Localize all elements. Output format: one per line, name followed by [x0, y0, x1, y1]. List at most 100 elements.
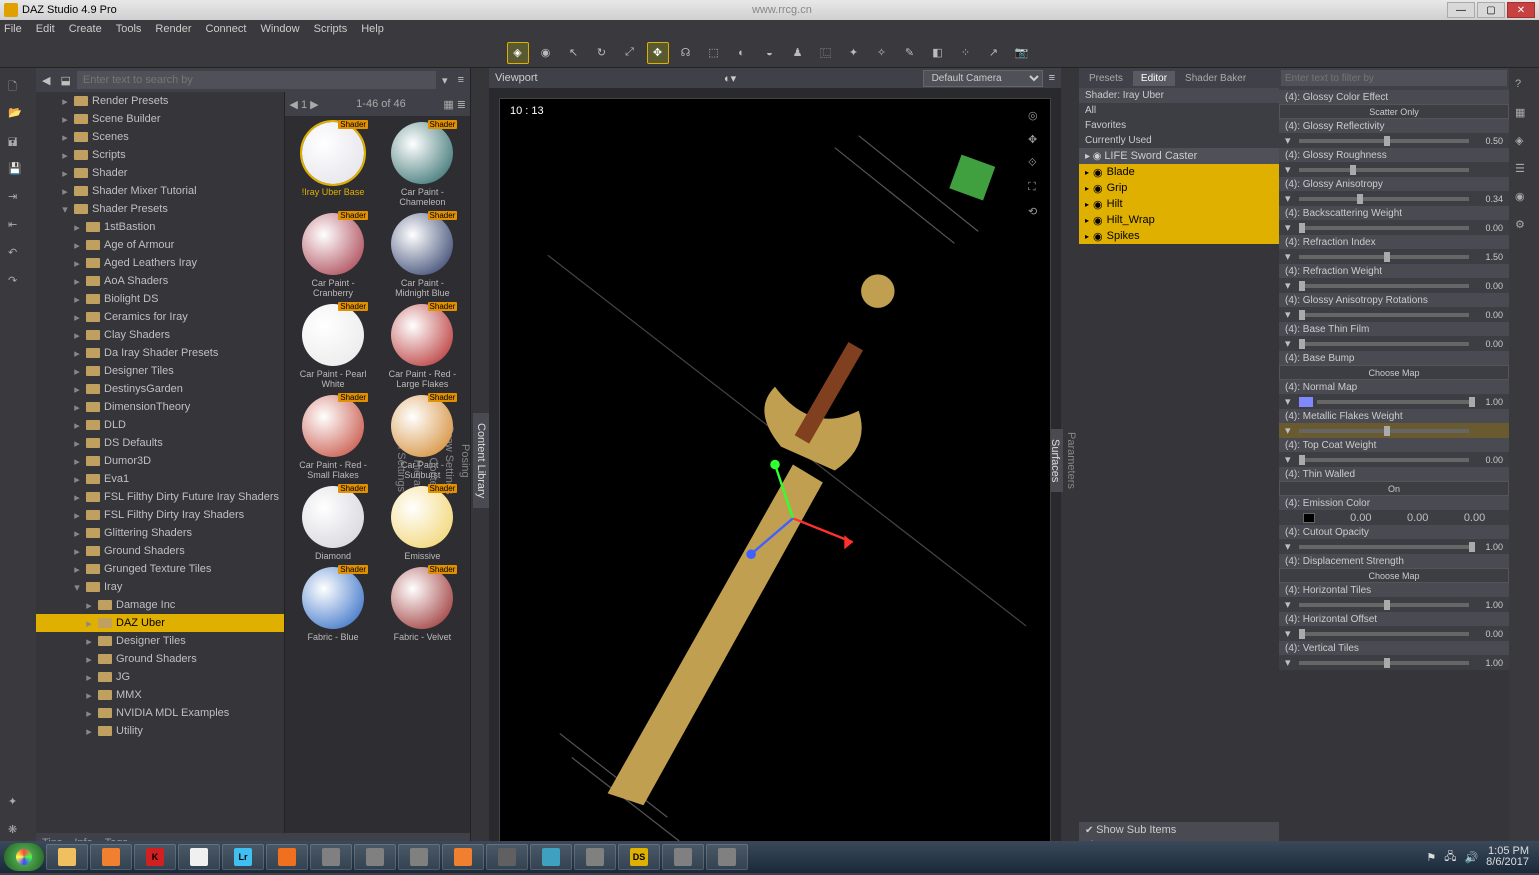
param-header[interactable]: (4): Emission Color	[1279, 496, 1509, 510]
search-options-icon[interactable]: ▾	[438, 74, 452, 87]
param-dropdown[interactable]: On	[1279, 481, 1509, 496]
shader-thumbnail[interactable]: ShaderCar Paint - Midnight Blue	[387, 213, 457, 298]
vtab-parameters[interactable]: Parameters	[1063, 422, 1079, 499]
tool-sphere[interactable]: ◉	[535, 42, 557, 64]
window-maximize-button[interactable]: ▢	[1477, 2, 1505, 18]
orbit-icon[interactable]: ◎	[1028, 109, 1046, 127]
tree-item[interactable]: ▸Scenes	[36, 128, 284, 146]
taskbar-item-wmplayer[interactable]	[90, 844, 132, 870]
param-header[interactable]: (4): Refraction Weight	[1279, 264, 1509, 278]
param-header[interactable]: (4): Glossy Anisotropy Rotations	[1279, 293, 1509, 307]
param-header[interactable]: (4): Glossy Anisotropy	[1279, 177, 1509, 191]
window-close-button[interactable]: ✕	[1507, 2, 1535, 18]
tool-render-settings[interactable]: ↗	[983, 42, 1005, 64]
surface-material-item[interactable]: ▸◉Blade	[1079, 164, 1279, 180]
param-header[interactable]: (4): Thin Walled	[1279, 467, 1509, 481]
viewport-menu-icon[interactable]: ≡	[1049, 72, 1055, 84]
param-header[interactable]: (4): Refraction Index	[1279, 235, 1509, 249]
tree-item[interactable]: ▸Ground Shaders	[36, 650, 284, 668]
tree-item[interactable]: ▸DestinysGarden	[36, 380, 284, 398]
pan-icon[interactable]: ✥	[1028, 133, 1046, 151]
menu-tools[interactable]: Tools	[116, 23, 142, 35]
window-minimize-button[interactable]: —	[1447, 2, 1475, 18]
shader-thumbnail[interactable]: ShaderCar Paint - Red - Large Flakes	[387, 304, 457, 389]
filter-currently-used[interactable]: Currently Used	[1079, 133, 1279, 148]
param-color[interactable]: 0.000.000.00	[1279, 510, 1509, 525]
tree-item[interactable]: ▸Biolight DS	[36, 290, 284, 308]
tree-item[interactable]: ▸Designer Tiles	[36, 362, 284, 380]
show-sub-items-check[interactable]: ✔ Show Sub Items	[1079, 822, 1279, 838]
taskbar-item-app8[interactable]	[706, 844, 748, 870]
tree-item[interactable]: ▸DAZ Uber	[36, 614, 284, 632]
taskbar-item-app4[interactable]	[486, 844, 528, 870]
param-header[interactable]: (4): Vertical Tiles	[1279, 641, 1509, 655]
tree-item[interactable]: ▸Shader Mixer Tutorial	[36, 182, 284, 200]
tool-figure[interactable]: ♟	[787, 42, 809, 64]
new-file-icon[interactable]: 🗋	[8, 78, 28, 98]
tree-item[interactable]: ▸Render Presets	[36, 92, 284, 110]
tool-spot[interactable]: ◒	[759, 42, 781, 64]
grid-nav-back[interactable]: ◀ 1 ▶	[289, 98, 318, 111]
shader-thumbnail[interactable]: ShaderCar Paint - Cranberry	[298, 213, 368, 298]
shader-thumbnail[interactable]: ShaderFabric - Blue	[298, 567, 368, 642]
menu-create[interactable]: Create	[69, 23, 102, 35]
viewport-shading-icon[interactable]: ◐▾	[724, 72, 736, 85]
param-slider[interactable]: ▾0.50	[1279, 133, 1509, 148]
tree-item[interactable]: ▸FSL Filthy Dirty Iray Shaders	[36, 506, 284, 524]
export-icon[interactable]: ⇤	[8, 218, 28, 238]
taskbar-item-ds[interactable]: DS	[618, 844, 660, 870]
tree-item[interactable]: ▸NVIDIA MDL Examples	[36, 704, 284, 722]
tree-item[interactable]: ▸Eva1	[36, 470, 284, 488]
shader-thumbnail[interactable]: Shader!Iray Uber Base	[298, 122, 368, 207]
tray-flag-icon[interactable]: ⚑	[1426, 851, 1436, 864]
import-icon[interactable]: ⇥	[8, 190, 28, 210]
tree-item[interactable]: ▸Glittering Shaders	[36, 524, 284, 542]
content-tree[interactable]: ▸Render Presets▸Scene Builder▸Scenes▸Scr…	[36, 92, 285, 833]
shader-thumbnail[interactable]: ShaderCar Paint - Chameleon	[387, 122, 457, 207]
panel-menu-icon[interactable]: ≡	[454, 74, 468, 86]
param-slider[interactable]: ▾0.00	[1279, 626, 1509, 641]
param-header[interactable]: (4): Base Thin Film	[1279, 322, 1509, 336]
param-slider[interactable]: ▾1.00	[1279, 597, 1509, 612]
open-file-icon[interactable]: 📂	[8, 106, 28, 126]
system-tray[interactable]: ⚑ 🖧 🔊 1:05 PM 8/6/2017	[1426, 846, 1535, 868]
param-slider[interactable]: ▾1.00	[1279, 655, 1509, 670]
param-header[interactable]: (4): Normal Map	[1279, 380, 1509, 394]
taskbar-item-app7[interactable]	[662, 844, 704, 870]
param-header[interactable]: (4): Cutout Opacity	[1279, 525, 1509, 539]
help-icon[interactable]: ?	[1515, 78, 1533, 96]
taskbar-item-blender[interactable]	[442, 844, 484, 870]
param-dropdown[interactable]: Choose Map	[1279, 365, 1509, 380]
nav-up-icon[interactable]: ⬓	[56, 74, 74, 87]
taskbar-item-app1[interactable]	[310, 844, 352, 870]
shader-thumbnail[interactable]: ShaderFabric - Velvet	[387, 567, 457, 642]
render-icon[interactable]: ◉	[1515, 190, 1533, 208]
save-as-icon[interactable]: 💾	[8, 162, 28, 182]
shader-thumbnail[interactable]: ShaderCar Paint - Red - Small Flakes	[298, 395, 368, 480]
vtab-posing[interactable]: Posing	[457, 434, 473, 488]
filter-favorites[interactable]: Favorites	[1079, 118, 1279, 133]
menu-render[interactable]: Render	[155, 23, 191, 35]
menu-connect[interactable]: Connect	[206, 23, 247, 35]
tree-item[interactable]: ▸Grunged Texture Tiles	[36, 560, 284, 578]
param-slider[interactable]: ▾0.34	[1279, 191, 1509, 206]
tree-item[interactable]: ▸1stBastion	[36, 218, 284, 236]
menu-edit[interactable]: Edit	[36, 23, 55, 35]
param-slider[interactable]: ▾0.00	[1279, 278, 1509, 293]
tool-magic[interactable]: ✧	[871, 42, 893, 64]
tab-shader-baker[interactable]: Shader Baker	[1177, 71, 1254, 86]
tool-drops[interactable]: ⁘	[955, 42, 977, 64]
param-slider[interactable]: ▾	[1279, 423, 1509, 438]
taskbar-item-chrome[interactable]	[178, 844, 220, 870]
tab-editor[interactable]: Editor	[1133, 71, 1175, 86]
save-icon[interactable]: 🖬	[8, 134, 28, 154]
tree-item[interactable]: ▸Da Iray Shader Presets	[36, 344, 284, 362]
filter-all[interactable]: All	[1079, 103, 1279, 118]
tree-item[interactable]: ▸DimensionTheory	[36, 398, 284, 416]
tree-item[interactable]: ▸MMX	[36, 686, 284, 704]
store-icon[interactable]: ◈	[1515, 134, 1533, 152]
viewport-3d[interactable]: 10 : 13 ◎ ✥ ⟐ ⛶ ⟲	[499, 98, 1051, 843]
param-header[interactable]: (4): Backscattering Weight	[1279, 206, 1509, 220]
content-search-input[interactable]	[77, 71, 436, 89]
param-slider[interactable]: ▾0.00	[1279, 307, 1509, 322]
